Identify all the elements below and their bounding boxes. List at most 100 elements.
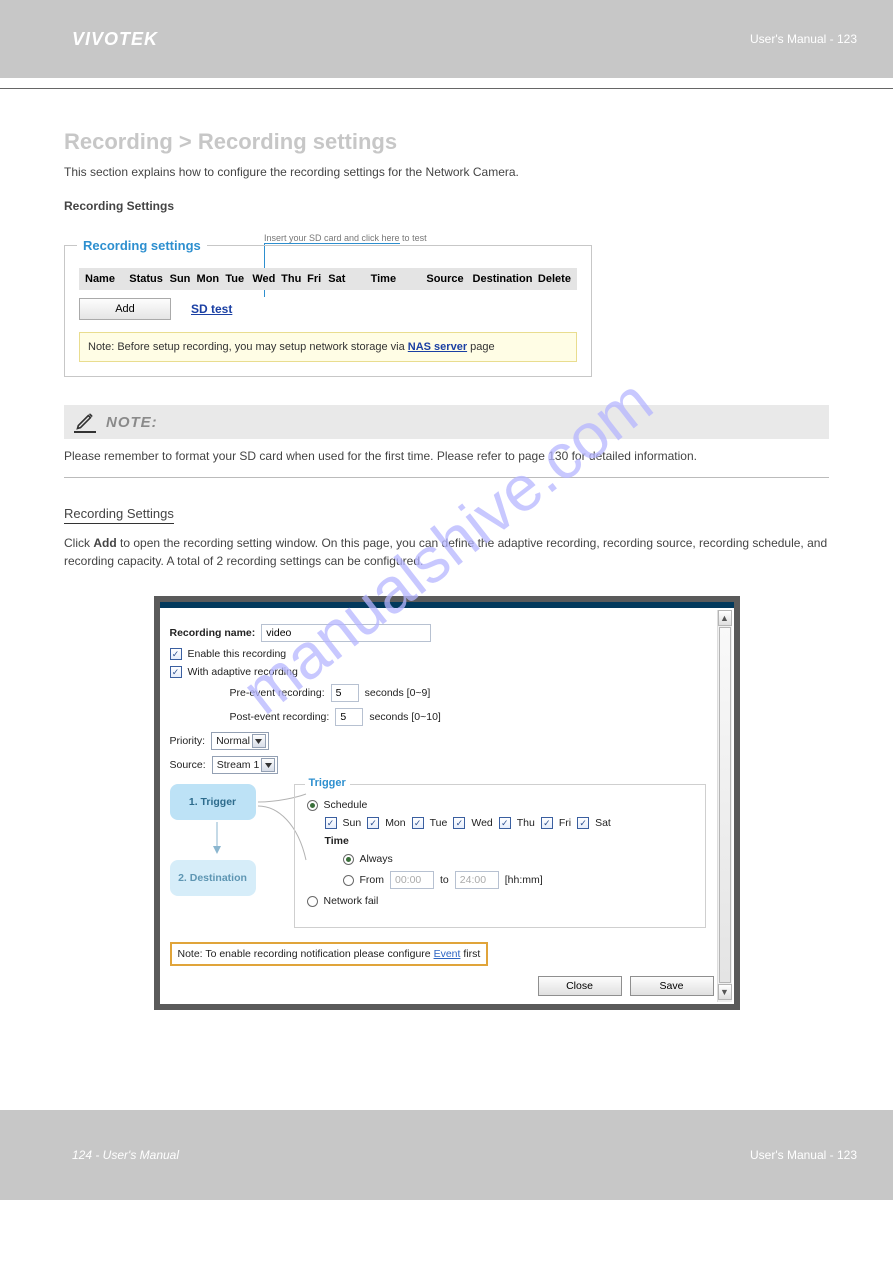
to-time-input[interactable]	[455, 871, 499, 889]
network-fail-label: Network fail	[324, 895, 379, 907]
page-footer: 124 - User's Manual User's Manual - 123	[0, 1110, 893, 1200]
th-sun: Sun	[170, 273, 197, 285]
day-sat-checkbox[interactable]: ✓	[577, 817, 589, 829]
trigger-legend: Trigger	[305, 777, 350, 789]
day-sun-checkbox[interactable]: ✓	[325, 817, 337, 829]
trigger-fieldset: Trigger Schedule ✓Sun ✓Mon ✓Tue ✓Wed ✓Th…	[294, 784, 706, 928]
note-body: Please remember to format your SD card w…	[64, 447, 829, 465]
th-fri: Fri	[307, 273, 328, 285]
recording-settings-subhead: Recording Settings	[64, 197, 829, 215]
day-wed-checkbox[interactable]: ✓	[453, 817, 465, 829]
always-label: Always	[360, 853, 393, 865]
th-dest: Destination	[473, 273, 538, 285]
event-link[interactable]: Event	[434, 948, 461, 960]
pre-event-label: Pre-event recording:	[230, 687, 325, 699]
sd-callout-text: Insert your SD card and click here to te…	[264, 233, 427, 243]
sd-test-link[interactable]: SD test	[191, 302, 232, 316]
recording-settings-title: Recording Settings	[64, 506, 174, 524]
save-button[interactable]: Save	[630, 976, 714, 996]
table-header: Name Status Sun Mon Tue Wed Thu Fri Sat …	[79, 268, 577, 290]
post-event-hint: seconds [0~10]	[369, 711, 441, 723]
header-manual-title: User's Manual - 123	[750, 32, 857, 46]
nas-note-suffix: page	[467, 341, 495, 353]
enable-recording-label: Enable this recording	[188, 648, 287, 660]
event-note: Note: To enable recording notification p…	[170, 942, 489, 966]
priority-value: Normal	[216, 735, 250, 747]
th-delete: Delete	[538, 273, 571, 285]
th-thu: Thu	[281, 273, 307, 285]
pre-event-hint: seconds [0~9]	[365, 687, 431, 699]
footer-left: 124 - User's Manual	[72, 1148, 179, 1162]
nas-note-prefix: Note: Before setup recording, you may se…	[88, 341, 408, 353]
source-label: Source:	[170, 759, 206, 771]
day-sun: Sun	[343, 817, 362, 829]
intro-text: This section explains how to configure t…	[64, 163, 829, 181]
note-strip: NOTE:	[64, 405, 829, 439]
pre-event-input[interactable]	[331, 684, 359, 702]
day-fri: Fri	[559, 817, 571, 829]
post-event-label: Post-event recording:	[230, 711, 330, 723]
priority-select[interactable]: Normal	[211, 732, 269, 750]
schedule-label: Schedule	[324, 799, 368, 811]
day-tue-checkbox[interactable]: ✓	[412, 817, 424, 829]
th-name: Name	[85, 273, 129, 285]
day-fri-checkbox[interactable]: ✓	[541, 817, 553, 829]
hhmm-hint: [hh:mm]	[505, 874, 543, 886]
day-thu: Thu	[517, 817, 535, 829]
days-row: ✓ Sun ✓ Mon ✓ Tue ✓ Wed ✓ Thu ✓ Fri ✓ Sat	[325, 817, 693, 829]
source-value: Stream 1	[217, 759, 260, 771]
from-label: From	[360, 874, 385, 886]
chevron-down-icon	[261, 758, 275, 772]
chevron-down-icon	[252, 734, 266, 748]
top-header: VIVOTEK User's Manual - 123	[0, 0, 893, 78]
th-mon: Mon	[197, 273, 226, 285]
th-source: Source	[426, 273, 472, 285]
note-title: NOTE:	[106, 414, 158, 431]
panel-legend: Recording settings	[77, 238, 207, 253]
from-radio[interactable]	[343, 875, 354, 886]
scroll-up-icon[interactable]: ▲	[718, 610, 732, 626]
to-label: to	[440, 874, 449, 886]
th-sat: Sat	[328, 273, 370, 285]
close-button[interactable]: Close	[538, 976, 622, 996]
th-wed: Wed	[252, 273, 281, 285]
from-time-input[interactable]	[390, 871, 434, 889]
th-status: Status	[129, 273, 169, 285]
adaptive-recording-checkbox[interactable]: ✓	[170, 666, 182, 678]
recording-name-label: Recording name:	[170, 627, 256, 639]
recording-settings-intro: Click Add to open the recording setting …	[64, 534, 829, 570]
pencil-icon	[74, 411, 96, 433]
day-mon-checkbox[interactable]: ✓	[367, 817, 379, 829]
adaptive-recording-label: With adaptive recording	[188, 666, 298, 678]
time-label: Time	[325, 835, 693, 847]
day-sat: Sat	[595, 817, 611, 829]
step-destination[interactable]: 2. Destination	[170, 860, 256, 896]
footer-right: User's Manual - 123	[750, 1148, 857, 1162]
page-title: Recording > Recording settings	[64, 129, 829, 155]
always-radio[interactable]	[343, 854, 354, 865]
brand-logo: VIVOTEK	[72, 29, 158, 50]
event-note-suffix: first	[460, 948, 480, 960]
nas-note: Note: Before setup recording, you may se…	[79, 332, 577, 362]
enable-recording-checkbox[interactable]: ✓	[170, 648, 182, 660]
event-note-prefix: Note: To enable recording notification p…	[178, 948, 434, 960]
add-button[interactable]: Add	[79, 298, 171, 320]
network-fail-radio[interactable]	[307, 896, 318, 907]
day-wed: Wed	[471, 817, 492, 829]
recording-settings-panel: Recording settings Name Status Sun Mon T…	[64, 245, 592, 377]
step-trigger[interactable]: 1. Trigger	[170, 784, 256, 820]
post-event-input[interactable]	[335, 708, 363, 726]
scroll-down-icon[interactable]: ▼	[718, 984, 732, 1000]
day-tue: Tue	[430, 817, 448, 829]
priority-label: Priority:	[170, 735, 206, 747]
nas-server-link[interactable]: NAS server	[408, 341, 467, 353]
th-tue: Tue	[225, 273, 252, 285]
recording-dialog: ▲ ▼ Recording name: ✓ Enable this record…	[154, 596, 740, 1010]
source-select[interactable]: Stream 1	[212, 756, 279, 774]
th-time: Time	[371, 273, 427, 285]
section-divider	[64, 477, 829, 478]
day-mon: Mon	[385, 817, 405, 829]
recording-name-input[interactable]	[261, 624, 431, 642]
day-thu-checkbox[interactable]: ✓	[499, 817, 511, 829]
schedule-radio[interactable]	[307, 800, 318, 811]
